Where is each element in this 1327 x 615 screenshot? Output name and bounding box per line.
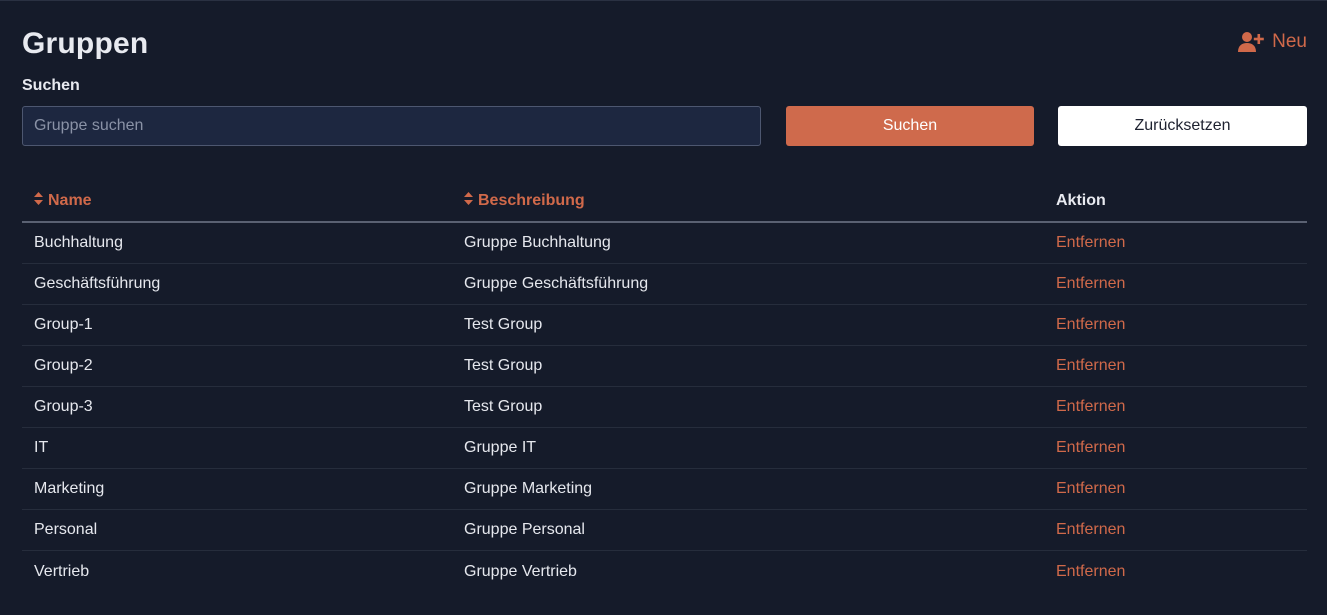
cell-name: Geschäftsführung [34, 275, 161, 292]
column-header-label: Beschreibung [478, 192, 585, 209]
remove-link[interactable]: Entfernen [1056, 521, 1125, 538]
cell-description: Test Group [464, 398, 543, 415]
table-row: Group-1 Test Group Entfernen [22, 305, 1307, 346]
table-row: Personal Gruppe Personal Entfernen [22, 510, 1307, 551]
remove-link[interactable]: Entfernen [1056, 439, 1125, 456]
remove-link[interactable]: Entfernen [1056, 316, 1125, 333]
cell-name: Vertrieb [34, 562, 90, 580]
search-button[interactable]: Suchen [786, 106, 1034, 146]
column-header-action: Aktion [1056, 192, 1106, 209]
remove-link[interactable]: Entfernen [1056, 275, 1125, 292]
search-label: Suchen [22, 77, 80, 94]
page-title: Gruppen [22, 27, 149, 60]
table-row: Group-3 Test Group Entfernen [22, 387, 1307, 428]
sort-icon [34, 192, 43, 210]
cell-name: Group-3 [34, 398, 93, 415]
cell-description: Test Group [464, 316, 543, 333]
cell-name: Personal [34, 521, 98, 538]
table-row: Group-2 Test Group Entfernen [22, 346, 1307, 387]
cell-description: Gruppe Geschäftsführung [464, 275, 649, 292]
remove-link[interactable]: Entfernen [1056, 480, 1125, 497]
cell-name: Marketing [34, 480, 105, 497]
cell-name: IT [34, 439, 49, 456]
cell-description: Gruppe Vertrieb [464, 562, 577, 580]
column-header-label: Name [48, 192, 92, 209]
table-row: Marketing Gruppe Marketing Entfernen [22, 469, 1307, 510]
cell-name: Buchhaltung [34, 234, 123, 251]
table-row: IT Gruppe IT Entfernen [22, 428, 1307, 469]
new-button-label: Neu [1272, 31, 1307, 52]
table-header: Name Beschreibung Aktion [22, 181, 1307, 223]
remove-link[interactable]: Entfernen [1056, 234, 1125, 251]
column-header-name[interactable]: Name [22, 192, 452, 210]
cell-name: Group-2 [34, 357, 93, 374]
cell-description: Gruppe Marketing [464, 480, 593, 497]
cell-description: Gruppe Buchhaltung [464, 234, 611, 251]
groups-page: Gruppen Neu Suchen Suchen Zurücksetzen N… [0, 0, 1327, 615]
user-plus-icon [1238, 31, 1264, 53]
table-row: Geschäftsführung Gruppe Geschäftsführung… [22, 264, 1307, 305]
cell-name: Group-1 [34, 316, 93, 333]
search-input[interactable] [22, 106, 761, 146]
table-row: Buchhaltung Gruppe Buchhaltung Entfernen [22, 223, 1307, 264]
remove-link[interactable]: Entfernen [1056, 357, 1125, 374]
table-row: Vertrieb Gruppe Vertrieb Entfernen [22, 551, 1307, 592]
cell-description: Gruppe IT [464, 439, 537, 456]
sort-icon [464, 192, 473, 210]
remove-link[interactable]: Entfernen [1056, 398, 1125, 415]
reset-button[interactable]: Zurücksetzen [1058, 106, 1307, 146]
remove-link[interactable]: Entfernen [1056, 563, 1125, 580]
column-header-description[interactable]: Beschreibung [452, 192, 1044, 210]
new-group-button[interactable]: Neu [1238, 31, 1307, 53]
groups-table: Name Beschreibung Aktion Buchhaltung Gru… [22, 181, 1307, 592]
cell-description: Gruppe Personal [464, 521, 585, 538]
cell-description: Test Group [464, 357, 543, 374]
